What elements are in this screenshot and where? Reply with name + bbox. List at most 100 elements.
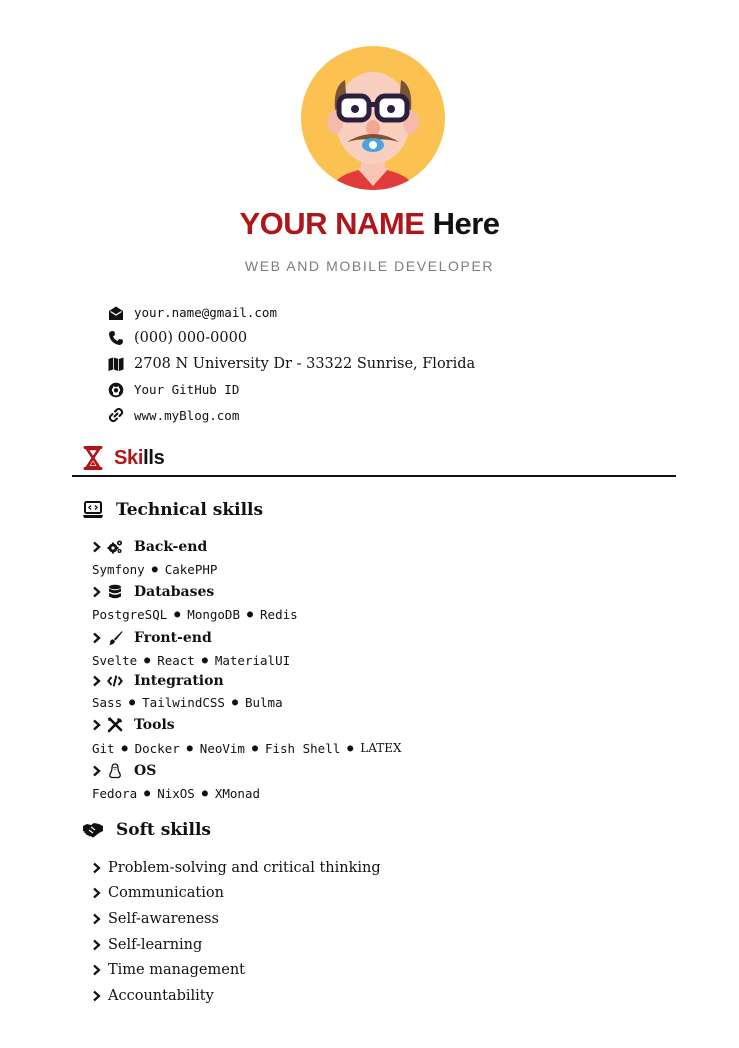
skill-item: MongoDB <box>187 607 240 623</box>
bullet-separator: ● <box>201 654 208 666</box>
soft-skill-text: Accountability <box>108 987 214 1004</box>
skill-item: React <box>157 652 195 668</box>
skill-category-backend: Back-end <box>92 536 402 559</box>
skill-items-os: Fedora ● NixOS ● XMonad <box>92 782 402 804</box>
soft-skill-text: Communication <box>108 885 224 902</box>
section-title-rest: lls <box>143 446 165 469</box>
section-divider <box>72 475 676 477</box>
linux-icon <box>106 762 124 779</box>
bullet-separator: ● <box>174 609 181 621</box>
envelope-icon <box>107 304 124 321</box>
technical-skills-list: Back-end Symfony ● CakePHP Databases Post… <box>92 536 402 804</box>
skill-item: Svelte <box>92 652 138 668</box>
skill-item: Git <box>92 740 115 756</box>
bullet-separator: ● <box>144 654 151 666</box>
handshake-icon <box>83 823 103 838</box>
soft-skill-text: Time management <box>108 962 245 979</box>
skill-category-tools: Tools <box>92 714 402 737</box>
bullet-separator: ● <box>246 609 254 621</box>
skill-item: LATEX <box>360 741 402 755</box>
chevron-right-icon <box>93 720 101 731</box>
soft-skills-title: Soft skills <box>116 820 211 840</box>
chevron-right-icon <box>93 632 101 643</box>
chevron-right-icon <box>93 888 101 899</box>
contact-phone[interactable]: (000) 000-0000 <box>107 326 475 352</box>
cogs-icon <box>106 539 124 555</box>
contact-website-text: www.myBlog.com <box>134 407 240 423</box>
soft-skills-header: Soft skills <box>82 820 211 840</box>
contact-address: 2708 N University Dr - 33322 Sunrise, Fl… <box>107 351 475 377</box>
skill-category-integration: Integration <box>92 671 402 692</box>
skill-item: Fish Shell <box>264 740 341 756</box>
contact-email-text: your.name@gmail.com <box>134 305 277 321</box>
soft-skills-list: Problem-solving and critical thinking Co… <box>92 855 381 1009</box>
skill-item: NeoVim <box>199 740 245 756</box>
skill-item: Fedora <box>92 785 138 801</box>
laptop-code-icon <box>83 501 103 518</box>
link-icon <box>107 407 124 424</box>
contact-github[interactable]: Your GitHub ID <box>107 377 475 403</box>
skill-item: Bulma <box>244 695 283 711</box>
contact-list: your.name@gmail.com (000) 000-0000 2708 … <box>107 300 475 428</box>
contact-website[interactable]: www.myBlog.com <box>107 402 475 428</box>
skill-item: Docker <box>134 740 180 756</box>
skill-category-label: Front-end <box>134 629 212 646</box>
bullet-separator: ● <box>201 787 208 799</box>
skill-item: NixOS <box>157 785 195 801</box>
page-title: YOUR NAME Here <box>0 206 739 242</box>
skill-item: Sass <box>92 695 123 711</box>
first-name: YOUR NAME <box>239 206 425 241</box>
skill-category-label: Integration <box>134 673 224 690</box>
phone-icon <box>107 330 124 347</box>
avatar <box>301 46 445 190</box>
technical-skills-title: Technical skills <box>116 500 264 520</box>
bullet-separator: ● <box>231 697 238 709</box>
avatar-illustration <box>301 46 445 190</box>
skill-category-label: Databases <box>134 584 215 601</box>
bullet-separator: ● <box>151 564 158 576</box>
skill-items-tools: Git ● Docker ● NeoVim ● Fish Shell ● LATEX <box>92 737 402 759</box>
list-item: Time management <box>92 957 381 983</box>
chevron-right-icon <box>93 541 101 553</box>
bullet-separator: ● <box>251 742 258 754</box>
skill-item: Symfony <box>92 562 145 578</box>
contact-phone-text: (000) 000-0000 <box>134 330 248 347</box>
skill-category-label: OS <box>134 762 157 779</box>
last-name: Here <box>432 206 500 241</box>
skill-category-databases: Databases <box>92 581 402 604</box>
database-icon <box>106 584 124 600</box>
paint-brush-icon <box>106 630 124 646</box>
contact-email[interactable]: your.name@gmail.com <box>107 300 475 326</box>
section-title-accent: Ski <box>114 446 144 469</box>
bullet-separator: ● <box>129 697 136 709</box>
list-item: Accountability <box>92 983 381 1009</box>
soft-skill-text: Self-awareness <box>108 910 219 927</box>
chevron-right-icon <box>93 990 101 1002</box>
skill-category-os: OS <box>92 759 402 782</box>
skill-item: CakePHP <box>164 562 218 578</box>
skill-item: PostgreSQL <box>92 607 168 623</box>
list-item: Communication <box>92 881 381 907</box>
bullet-separator: ● <box>121 742 128 754</box>
section-title: Skills <box>114 446 165 470</box>
chevron-right-icon <box>93 587 101 598</box>
list-item: Self-learning <box>92 932 381 958</box>
github-icon <box>107 381 124 398</box>
skill-category-label: Tools <box>134 717 175 734</box>
hourglass-icon <box>83 446 103 470</box>
skill-item: Redis <box>260 607 298 623</box>
skill-category-frontend: Front-end <box>92 626 402 649</box>
list-item: Self-awareness <box>92 906 381 932</box>
skill-item: XMonad <box>214 785 261 801</box>
job-title: WEB AND MOBILE DEVELOPER <box>244 258 495 274</box>
chevron-right-icon <box>93 676 101 687</box>
chevron-right-icon <box>93 913 101 925</box>
contact-github-text: Your GitHub ID <box>134 382 240 398</box>
skill-items-databases: PostgreSQL ● MongoDB ● Redis <box>92 604 402 626</box>
soft-skill-text: Self-learning <box>108 936 203 953</box>
soft-skill-text: Problem-solving and critical thinking <box>108 859 381 876</box>
chevron-right-icon <box>93 862 101 874</box>
bullet-separator: ● <box>347 742 354 754</box>
chevron-right-icon <box>93 939 101 950</box>
tools-icon <box>106 717 124 733</box>
